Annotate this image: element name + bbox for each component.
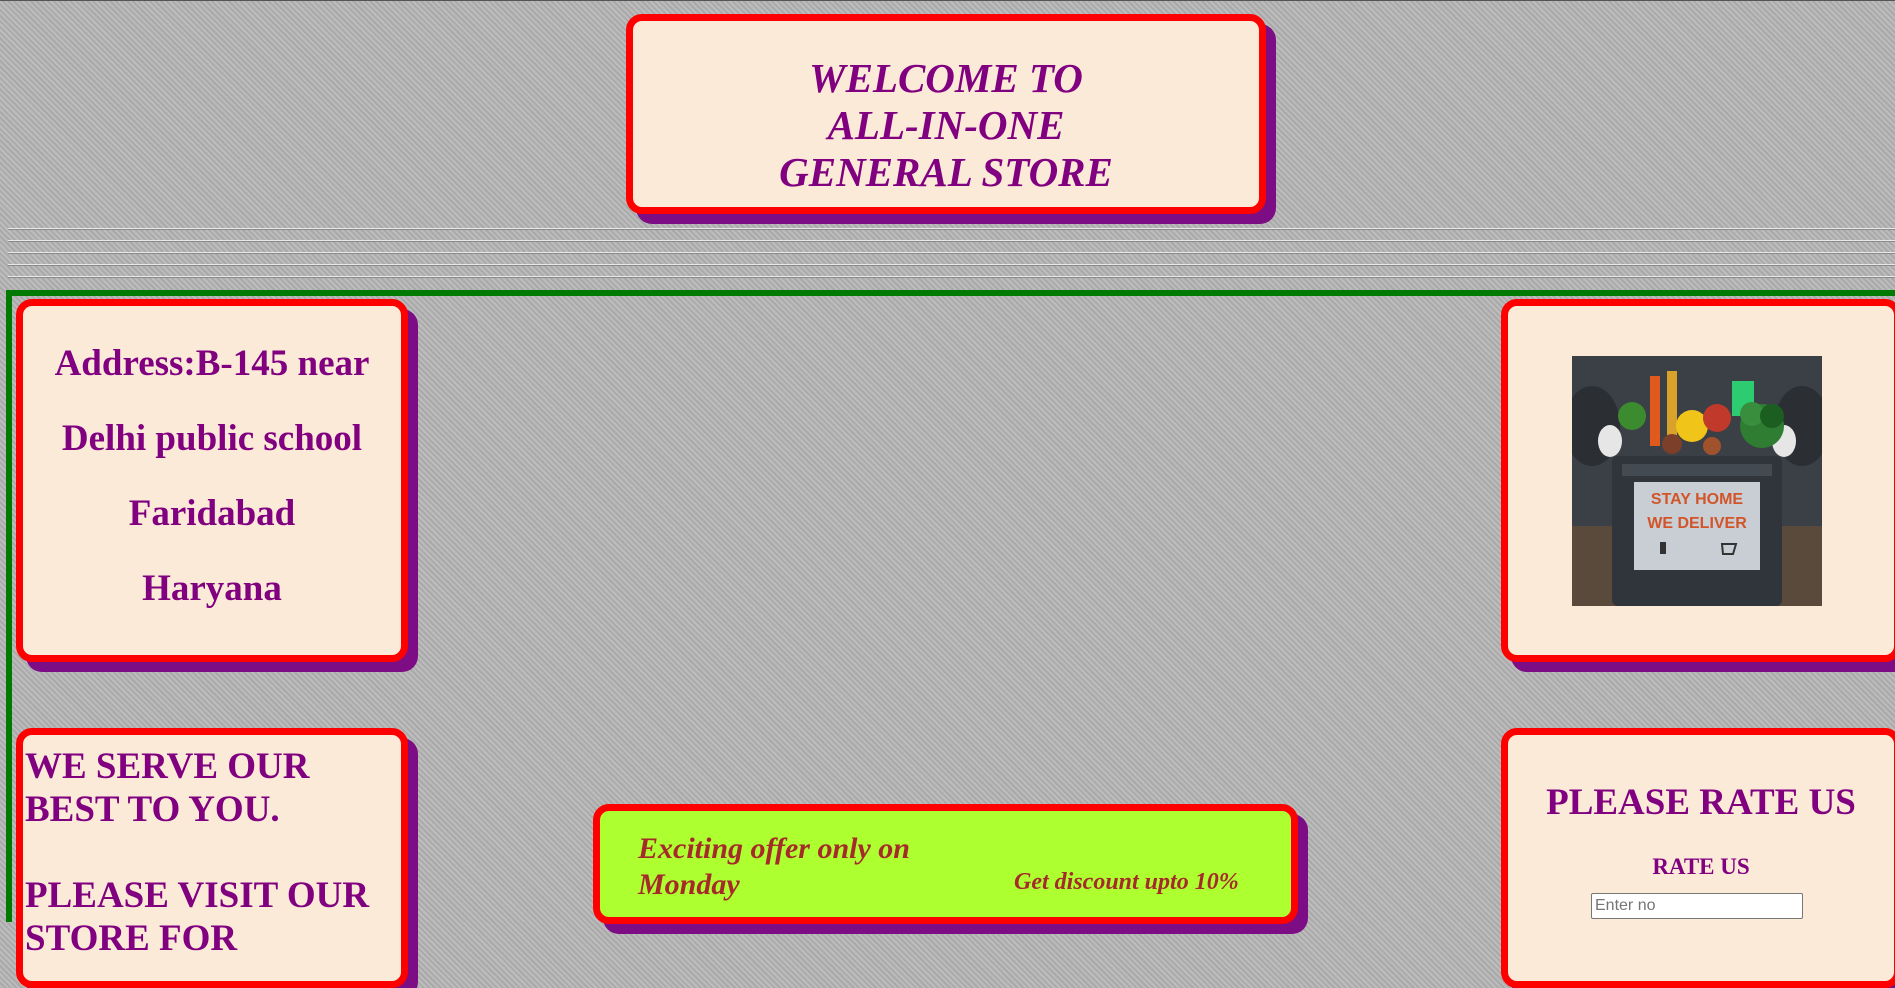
welcome-banner: WELCOME TO ALL-IN-ONE GENERAL STORE	[626, 14, 1266, 214]
offer-line: Exciting offer only on	[638, 832, 910, 865]
serve-card: WE SERVE OUR BEST TO YOU. PLEASE VISIT O…	[16, 728, 408, 988]
address-card: Address:B-145 near Delhi public school F…	[16, 299, 408, 662]
delivery-image-card: STAY HOME WE DELIVER	[1501, 299, 1895, 662]
offer-text: Exciting offer only on Monday	[638, 831, 910, 903]
title-line: ALL-IN-ONE	[827, 102, 1065, 148]
crate-sign-line: WE DELIVER	[1647, 515, 1747, 532]
address-line: Haryana	[142, 568, 282, 609]
horizontal-rule	[8, 228, 1895, 230]
rating-label: RATE US	[1652, 854, 1750, 879]
delivery-photo: STAY HOME WE DELIVER	[1572, 356, 1822, 606]
horizontal-rule	[8, 264, 1895, 266]
rating-card: PLEASE RATE US RATE US	[1501, 728, 1895, 988]
serve-line: PLEASE VISIT OUR	[25, 875, 370, 916]
address-line: Delhi public school	[61, 418, 363, 459]
top-border	[0, 0, 1895, 1]
green-frame-left	[6, 290, 12, 922]
address-line: Address:B-145 near	[54, 343, 370, 384]
discount-text: Get discount upto 10%	[1014, 869, 1239, 895]
serve-line: BEST TO YOU.	[25, 789, 280, 830]
title-line: GENERAL STORE	[779, 149, 1113, 195]
serve-line: WE SERVE OUR	[25, 746, 310, 787]
horizontal-rule	[8, 240, 1895, 242]
green-frame-top	[6, 290, 1895, 296]
horizontal-rule	[8, 252, 1895, 254]
horizontal-rule	[8, 276, 1895, 278]
store-title: WELCOME TO ALL-IN-ONE GENERAL STORE	[633, 55, 1259, 196]
grocery-crate-illustration: STAY HOME WE DELIVER	[1572, 356, 1822, 606]
offer-line: Monday	[638, 868, 740, 901]
address-line: Faridabad	[128, 493, 296, 534]
serve-line: STORE FOR	[25, 918, 238, 959]
offer-banner: Exciting offer only on Monday Get discou…	[593, 804, 1298, 924]
crate-sign-line: STAY HOME	[1651, 491, 1744, 508]
serve-text: WE SERVE OUR BEST TO YOU. PLEASE VISIT O…	[25, 745, 401, 960]
title-line: WELCOME TO	[809, 55, 1083, 101]
rating-heading: PLEASE RATE US	[1546, 782, 1856, 823]
rating-input[interactable]	[1591, 893, 1803, 919]
